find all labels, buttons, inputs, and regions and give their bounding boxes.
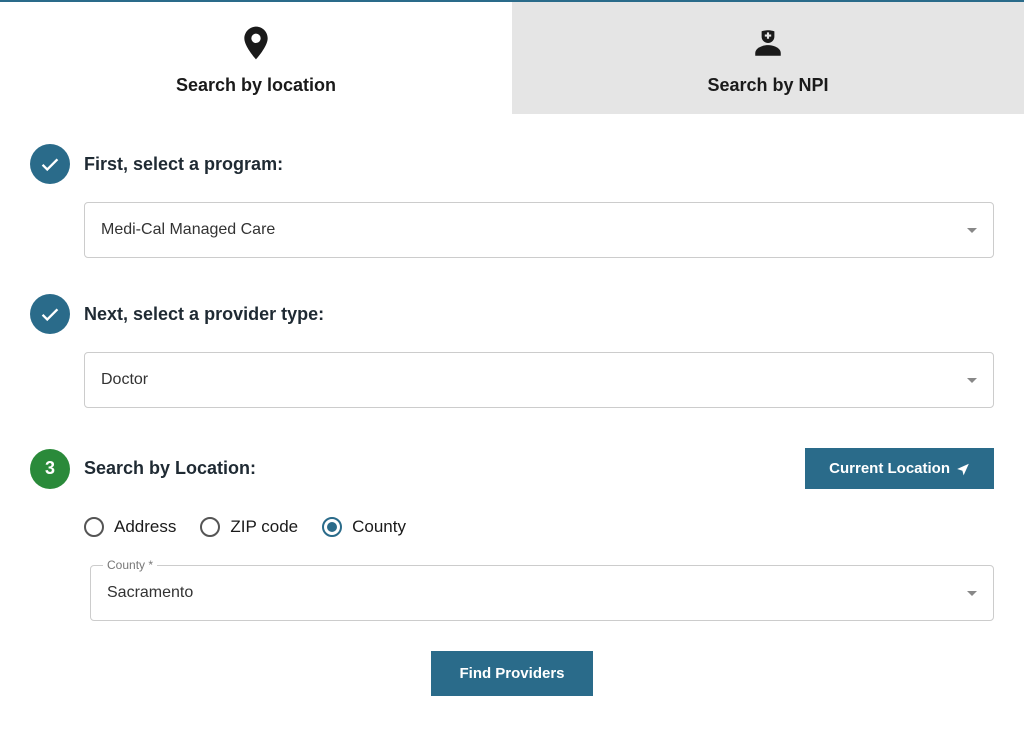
tab-label: Search by NPI — [707, 75, 828, 96]
check-icon — [39, 153, 61, 175]
chevron-down-icon — [967, 228, 977, 233]
tab-search-by-npi[interactable]: Search by NPI — [512, 2, 1024, 114]
radio-icon — [84, 517, 104, 537]
step-label: Search by Location: — [84, 458, 256, 479]
step-label: Next, select a provider type: — [84, 304, 324, 325]
location-type-radios: Address ZIP code County — [84, 517, 406, 537]
program-select[interactable]: Medi-Cal Managed Care — [84, 202, 994, 258]
field-label: County * — [103, 558, 157, 572]
current-location-button[interactable]: Current Location — [805, 448, 994, 489]
step-badge-done — [30, 294, 70, 334]
find-providers-button[interactable]: Find Providers — [431, 651, 592, 696]
search-tabs: Search by location Search by NPI — [0, 0, 1024, 114]
submit-row: Find Providers — [30, 651, 994, 696]
step-provider-type: Next, select a provider type: Doctor — [30, 294, 994, 408]
select-value: Doctor — [101, 371, 148, 389]
step-badge-done — [30, 144, 70, 184]
radio-icon — [200, 517, 220, 537]
step-program: First, select a program: Medi-Cal Manage… — [30, 144, 994, 258]
select-value: Sacramento — [107, 584, 193, 602]
tab-label: Search by location — [176, 75, 336, 96]
navigation-arrow-icon — [956, 462, 970, 476]
step-badge-current: 3 — [30, 449, 70, 489]
step-location: 3 Search by Location: Current Location A… — [30, 448, 994, 621]
form-content: First, select a program: Medi-Cal Manage… — [0, 114, 1024, 696]
tab-search-by-location[interactable]: Search by location — [0, 2, 512, 114]
radio-county[interactable]: County — [322, 517, 406, 537]
select-value: Medi-Cal Managed Care — [101, 221, 275, 239]
radio-address[interactable]: Address — [84, 517, 176, 537]
radio-label: County — [352, 517, 406, 537]
chevron-down-icon — [967, 591, 977, 596]
radio-icon-checked — [322, 517, 342, 537]
nurse-icon — [751, 26, 785, 65]
button-label: Find Providers — [459, 665, 564, 682]
radio-zip[interactable]: ZIP code — [200, 517, 298, 537]
check-icon — [39, 303, 61, 325]
step-number: 3 — [45, 458, 55, 479]
radio-label: Address — [114, 517, 176, 537]
provider-type-select[interactable]: Doctor — [84, 352, 994, 408]
step-label: First, select a program: — [84, 154, 283, 175]
button-label: Current Location — [829, 460, 950, 477]
location-pin-icon — [242, 26, 270, 65]
radio-label: ZIP code — [230, 517, 298, 537]
county-select[interactable]: County * Sacramento — [90, 565, 994, 621]
chevron-down-icon — [967, 378, 977, 383]
